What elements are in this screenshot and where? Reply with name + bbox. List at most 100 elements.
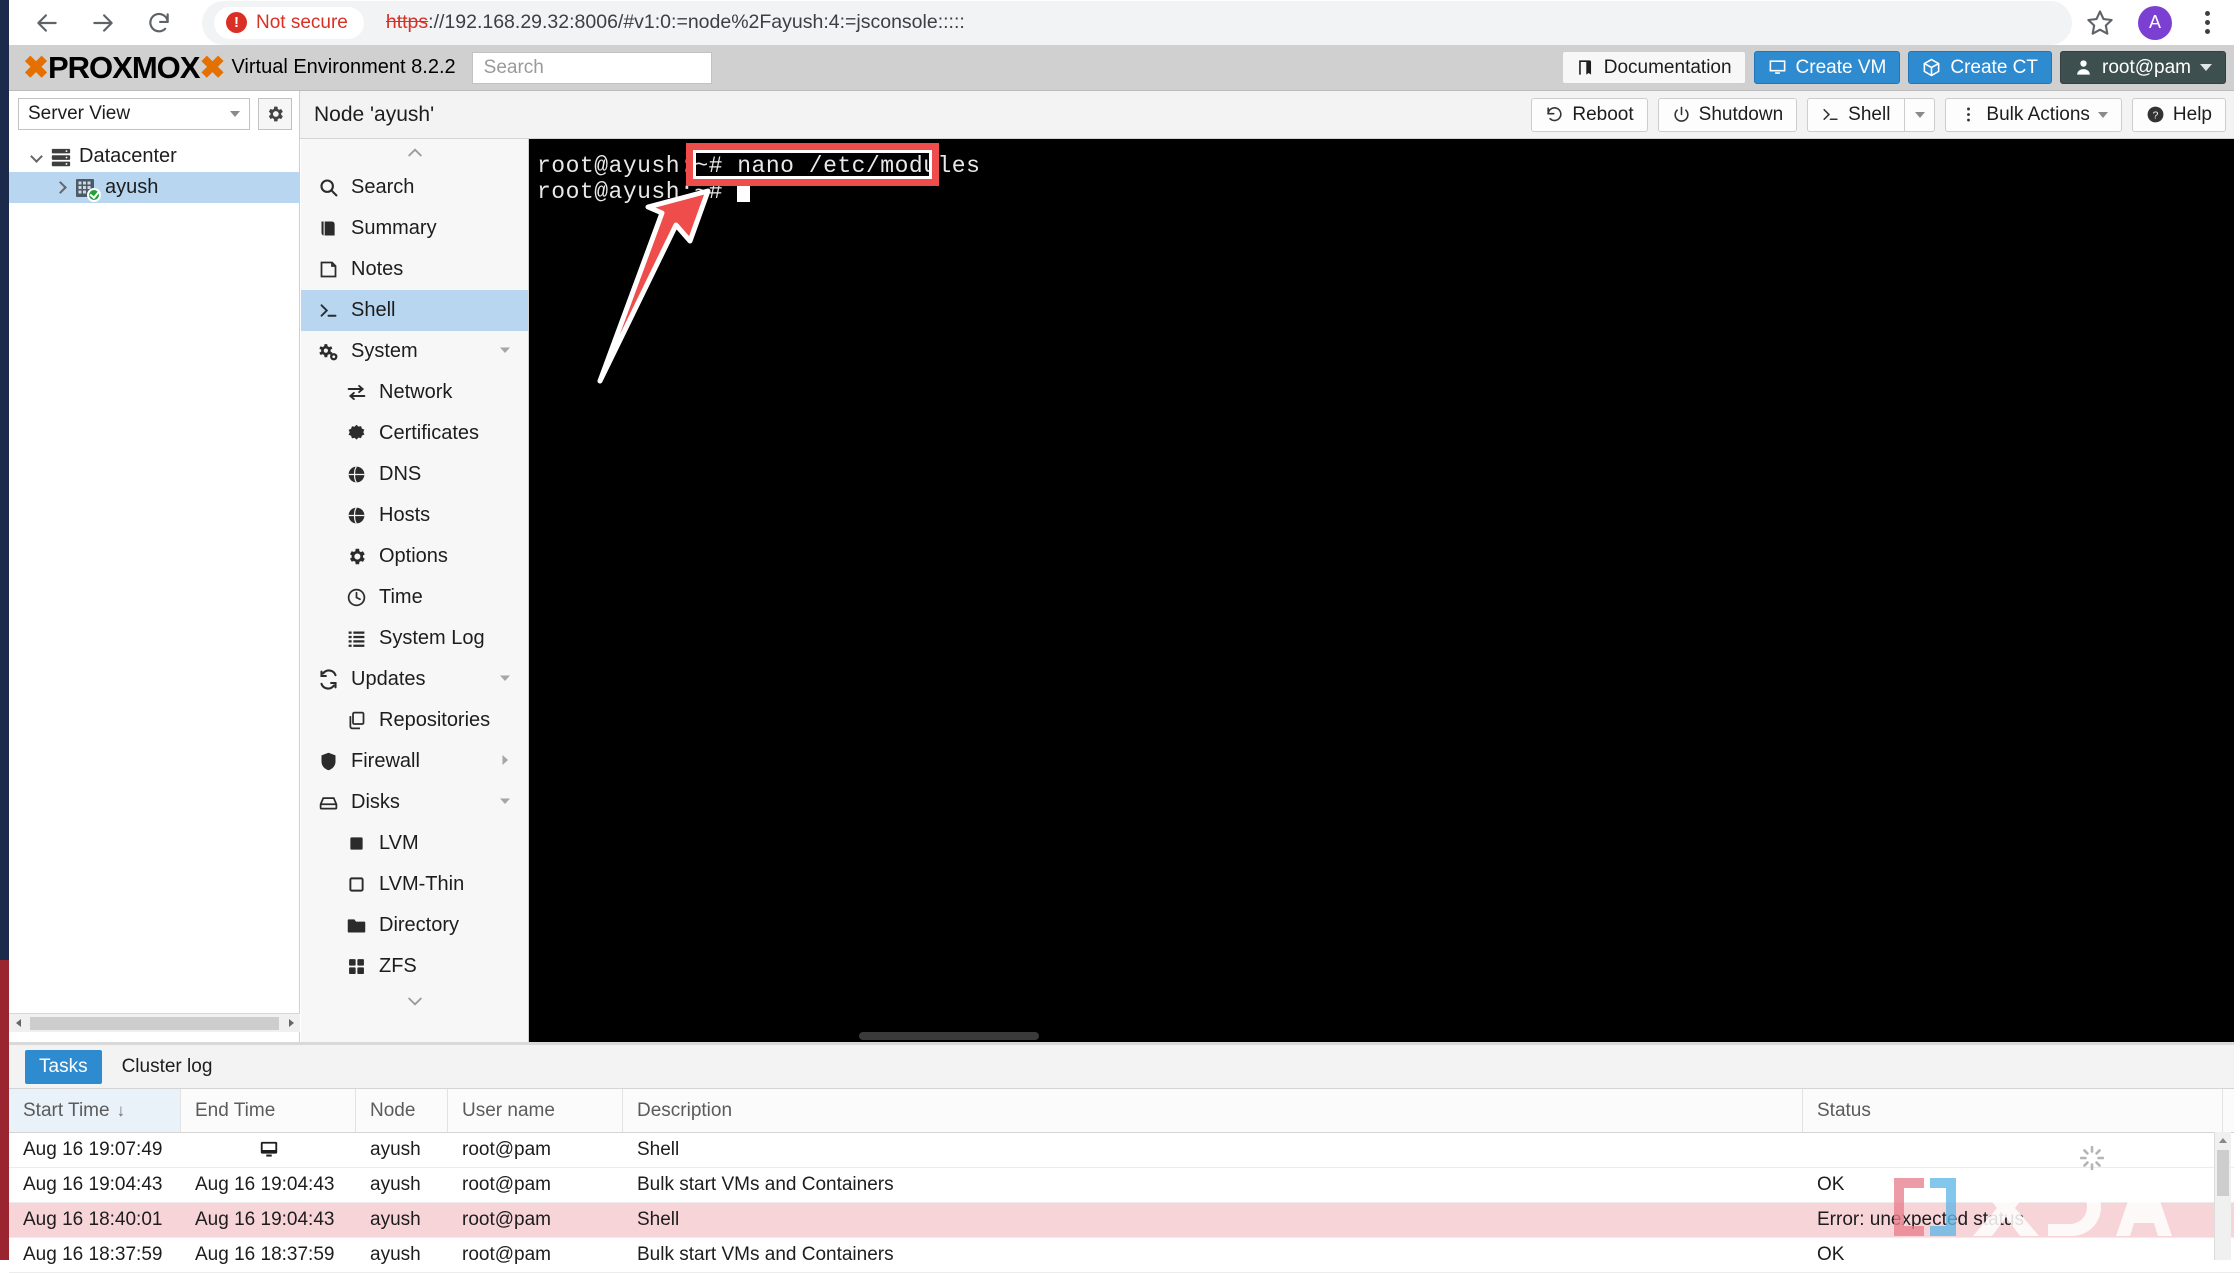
menu-item-hosts[interactable]: Hosts	[301, 495, 528, 536]
cell-start-time: Aug 16 18:37:59	[23, 1244, 163, 1265]
chevron-down-icon[interactable]	[498, 791, 512, 814]
scrollbar-thumb[interactable]	[2217, 1150, 2229, 1196]
column-header-node[interactable]: Node	[356, 1089, 448, 1132]
menu-item-search[interactable]: Search	[301, 167, 528, 208]
server-view-selector[interactable]: Server View	[18, 98, 250, 130]
user-menu-button[interactable]: root@pam	[2060, 51, 2226, 84]
menu-item-label: Directory	[379, 914, 460, 936]
tree-item-label: ayush	[105, 176, 159, 198]
menu-item-lvm-thin[interactable]: LVM-Thin	[301, 864, 528, 905]
shell-terminal[interactable]: root@ayush:~# nano /etc/modules root@ayu…	[529, 139, 2240, 1042]
clock-icon	[345, 587, 367, 608]
security-indicator[interactable]: ! Not secure	[214, 6, 364, 39]
menu-item-network[interactable]: Network	[301, 372, 528, 413]
shutdown-button[interactable]: Shutdown	[1657, 97, 1798, 132]
cell-status: Error: unexpected status	[1817, 1209, 2024, 1230]
status-online-badge	[87, 187, 101, 202]
column-header-user-name[interactable]: User name	[448, 1089, 623, 1132]
menu-scroll-down[interactable]	[301, 987, 528, 1015]
menu-item-repositories[interactable]: Repositories	[301, 700, 528, 741]
help-button[interactable]: ? Help	[2131, 97, 2226, 132]
scrollbar-thumb[interactable]	[859, 1032, 1039, 1040]
three-dot-menu-icon[interactable]	[2194, 11, 2220, 34]
back-arrow-icon[interactable]	[32, 8, 62, 38]
node-toolbar: Node 'ayush' Reboot Shutdown Shell Bulk …	[300, 91, 2240, 139]
menu-scroll-up[interactable]	[301, 139, 528, 167]
search-icon	[317, 177, 339, 198]
scroll-right-icon[interactable]	[281, 1014, 300, 1033]
terminal-horizontal-scrollbar[interactable]	[529, 1030, 2240, 1042]
scroll-up-icon[interactable]	[2215, 1132, 2231, 1149]
cell-end-time: Aug 16 18:37:59	[195, 1244, 335, 1265]
task-panel: Tasks Cluster log Start Time ↓ End Time …	[9, 1042, 2240, 1273]
create-vm-button[interactable]: Create VM	[1753, 51, 1901, 84]
monitor-icon	[258, 1140, 280, 1160]
menu-item-shell[interactable]: Shell	[301, 290, 528, 331]
shell-button[interactable]: Shell	[1807, 97, 1936, 132]
chevron-down-icon[interactable]	[498, 668, 512, 691]
documentation-button[interactable]: Documentation	[1561, 51, 1746, 84]
chevron-right-icon[interactable]	[498, 750, 512, 773]
server-view-controls: Server View	[9, 91, 299, 137]
server-view-horizontal-scrollbar[interactable]	[9, 1013, 300, 1032]
reload-icon[interactable]	[144, 8, 174, 38]
tree-item-datacenter[interactable]: Datacenter	[9, 141, 299, 172]
menu-item-directory[interactable]: Directory	[301, 905, 528, 946]
gear-icon[interactable]	[258, 98, 292, 130]
menu-item-options[interactable]: Options	[301, 536, 528, 577]
menu-item-disks[interactable]: Disks	[301, 782, 528, 823]
column-header-status[interactable]: Status	[1803, 1089, 2223, 1132]
cell-description: Bulk start VMs and Containers	[637, 1244, 894, 1265]
create-ct-label: Create CT	[1950, 56, 2038, 78]
tab-cluster-log[interactable]: Cluster log	[108, 1050, 227, 1084]
tab-tasks[interactable]: Tasks	[25, 1049, 102, 1084]
scroll-left-icon[interactable]	[9, 1014, 28, 1033]
tree-item-ayush[interactable]: ayush	[9, 172, 299, 203]
menu-item-firewall[interactable]: Firewall	[301, 741, 528, 782]
table-row[interactable]: Aug 16 19:07:49 ayush root@pam Shell	[9, 1133, 2240, 1168]
menu-item-certificates[interactable]: Certificates	[301, 413, 528, 454]
cell-description: Shell	[637, 1209, 680, 1230]
cell-end-time	[181, 1133, 356, 1167]
reboot-button[interactable]: Reboot	[1531, 97, 1648, 132]
chevron-up-icon	[405, 143, 425, 163]
menu-item-lvm[interactable]: LVM	[301, 823, 528, 864]
scrollbar-thumb[interactable]	[30, 1016, 279, 1030]
column-header-end-time[interactable]: End Time	[181, 1089, 356, 1132]
bulk-actions-button[interactable]: Bulk Actions	[1945, 97, 2122, 132]
menu-item-updates[interactable]: Updates	[301, 659, 528, 700]
menu-item-label: Updates	[351, 668, 426, 690]
avatar[interactable]: A	[2138, 5, 2172, 40]
node-menu-items: Search Summary Notes Shell System Network Cert…	[301, 167, 528, 987]
window-right-edge	[2234, 45, 2240, 1260]
table-row[interactable]: Aug 16 18:37:59 Aug 16 18:37:59 ayush root@…	[9, 1238, 2240, 1273]
column-header-start-time[interactable]: Start Time ↓	[9, 1089, 181, 1132]
reboot-label: Reboot	[1572, 103, 1634, 125]
table-row[interactable]: Aug 16 19:04:43 Aug 16 19:04:43 ayush root@…	[9, 1168, 2240, 1203]
chevron-down-icon[interactable]	[29, 150, 43, 164]
menu-item-summary[interactable]: Summary	[301, 208, 528, 249]
menu-item-system[interactable]: System	[301, 331, 528, 372]
menu-item-notes[interactable]: Notes	[301, 249, 528, 290]
chevron-right-icon[interactable]	[53, 181, 67, 195]
menu-item-label: Certificates	[379, 422, 480, 444]
chevron-down-icon[interactable]	[498, 340, 512, 363]
menu-item-zfs[interactable]: ZFS	[301, 946, 528, 987]
menu-item-dns[interactable]: DNS	[301, 454, 528, 495]
search-input[interactable]: Search	[471, 51, 712, 84]
star-icon[interactable]	[2086, 8, 2116, 38]
table-row[interactable]: Aug 16 18:40:01 Aug 16 19:04:43 ayush root@…	[9, 1203, 2240, 1238]
cell-start-time: Aug 16 18:40:01	[23, 1209, 163, 1230]
address-bar[interactable]: ! Not secure https://192.168.29.32:8006/…	[202, 0, 2072, 45]
cell-status: OK	[1817, 1174, 1845, 1195]
create-ct-button[interactable]: Create CT	[1908, 51, 2052, 84]
column-header-description[interactable]: Description	[623, 1089, 1803, 1132]
cell-user-name: root@pam	[462, 1244, 551, 1265]
shell-dropdown-toggle[interactable]	[1904, 97, 1926, 132]
task-table-scrollbar[interactable]	[2214, 1132, 2231, 1260]
menu-item-time[interactable]: Time	[301, 577, 528, 618]
column-label: Start Time	[23, 1099, 110, 1121]
forward-arrow-icon[interactable]	[88, 8, 118, 38]
shutdown-label: Shutdown	[1698, 103, 1784, 125]
menu-item-system-log[interactable]: System Log	[301, 618, 528, 659]
